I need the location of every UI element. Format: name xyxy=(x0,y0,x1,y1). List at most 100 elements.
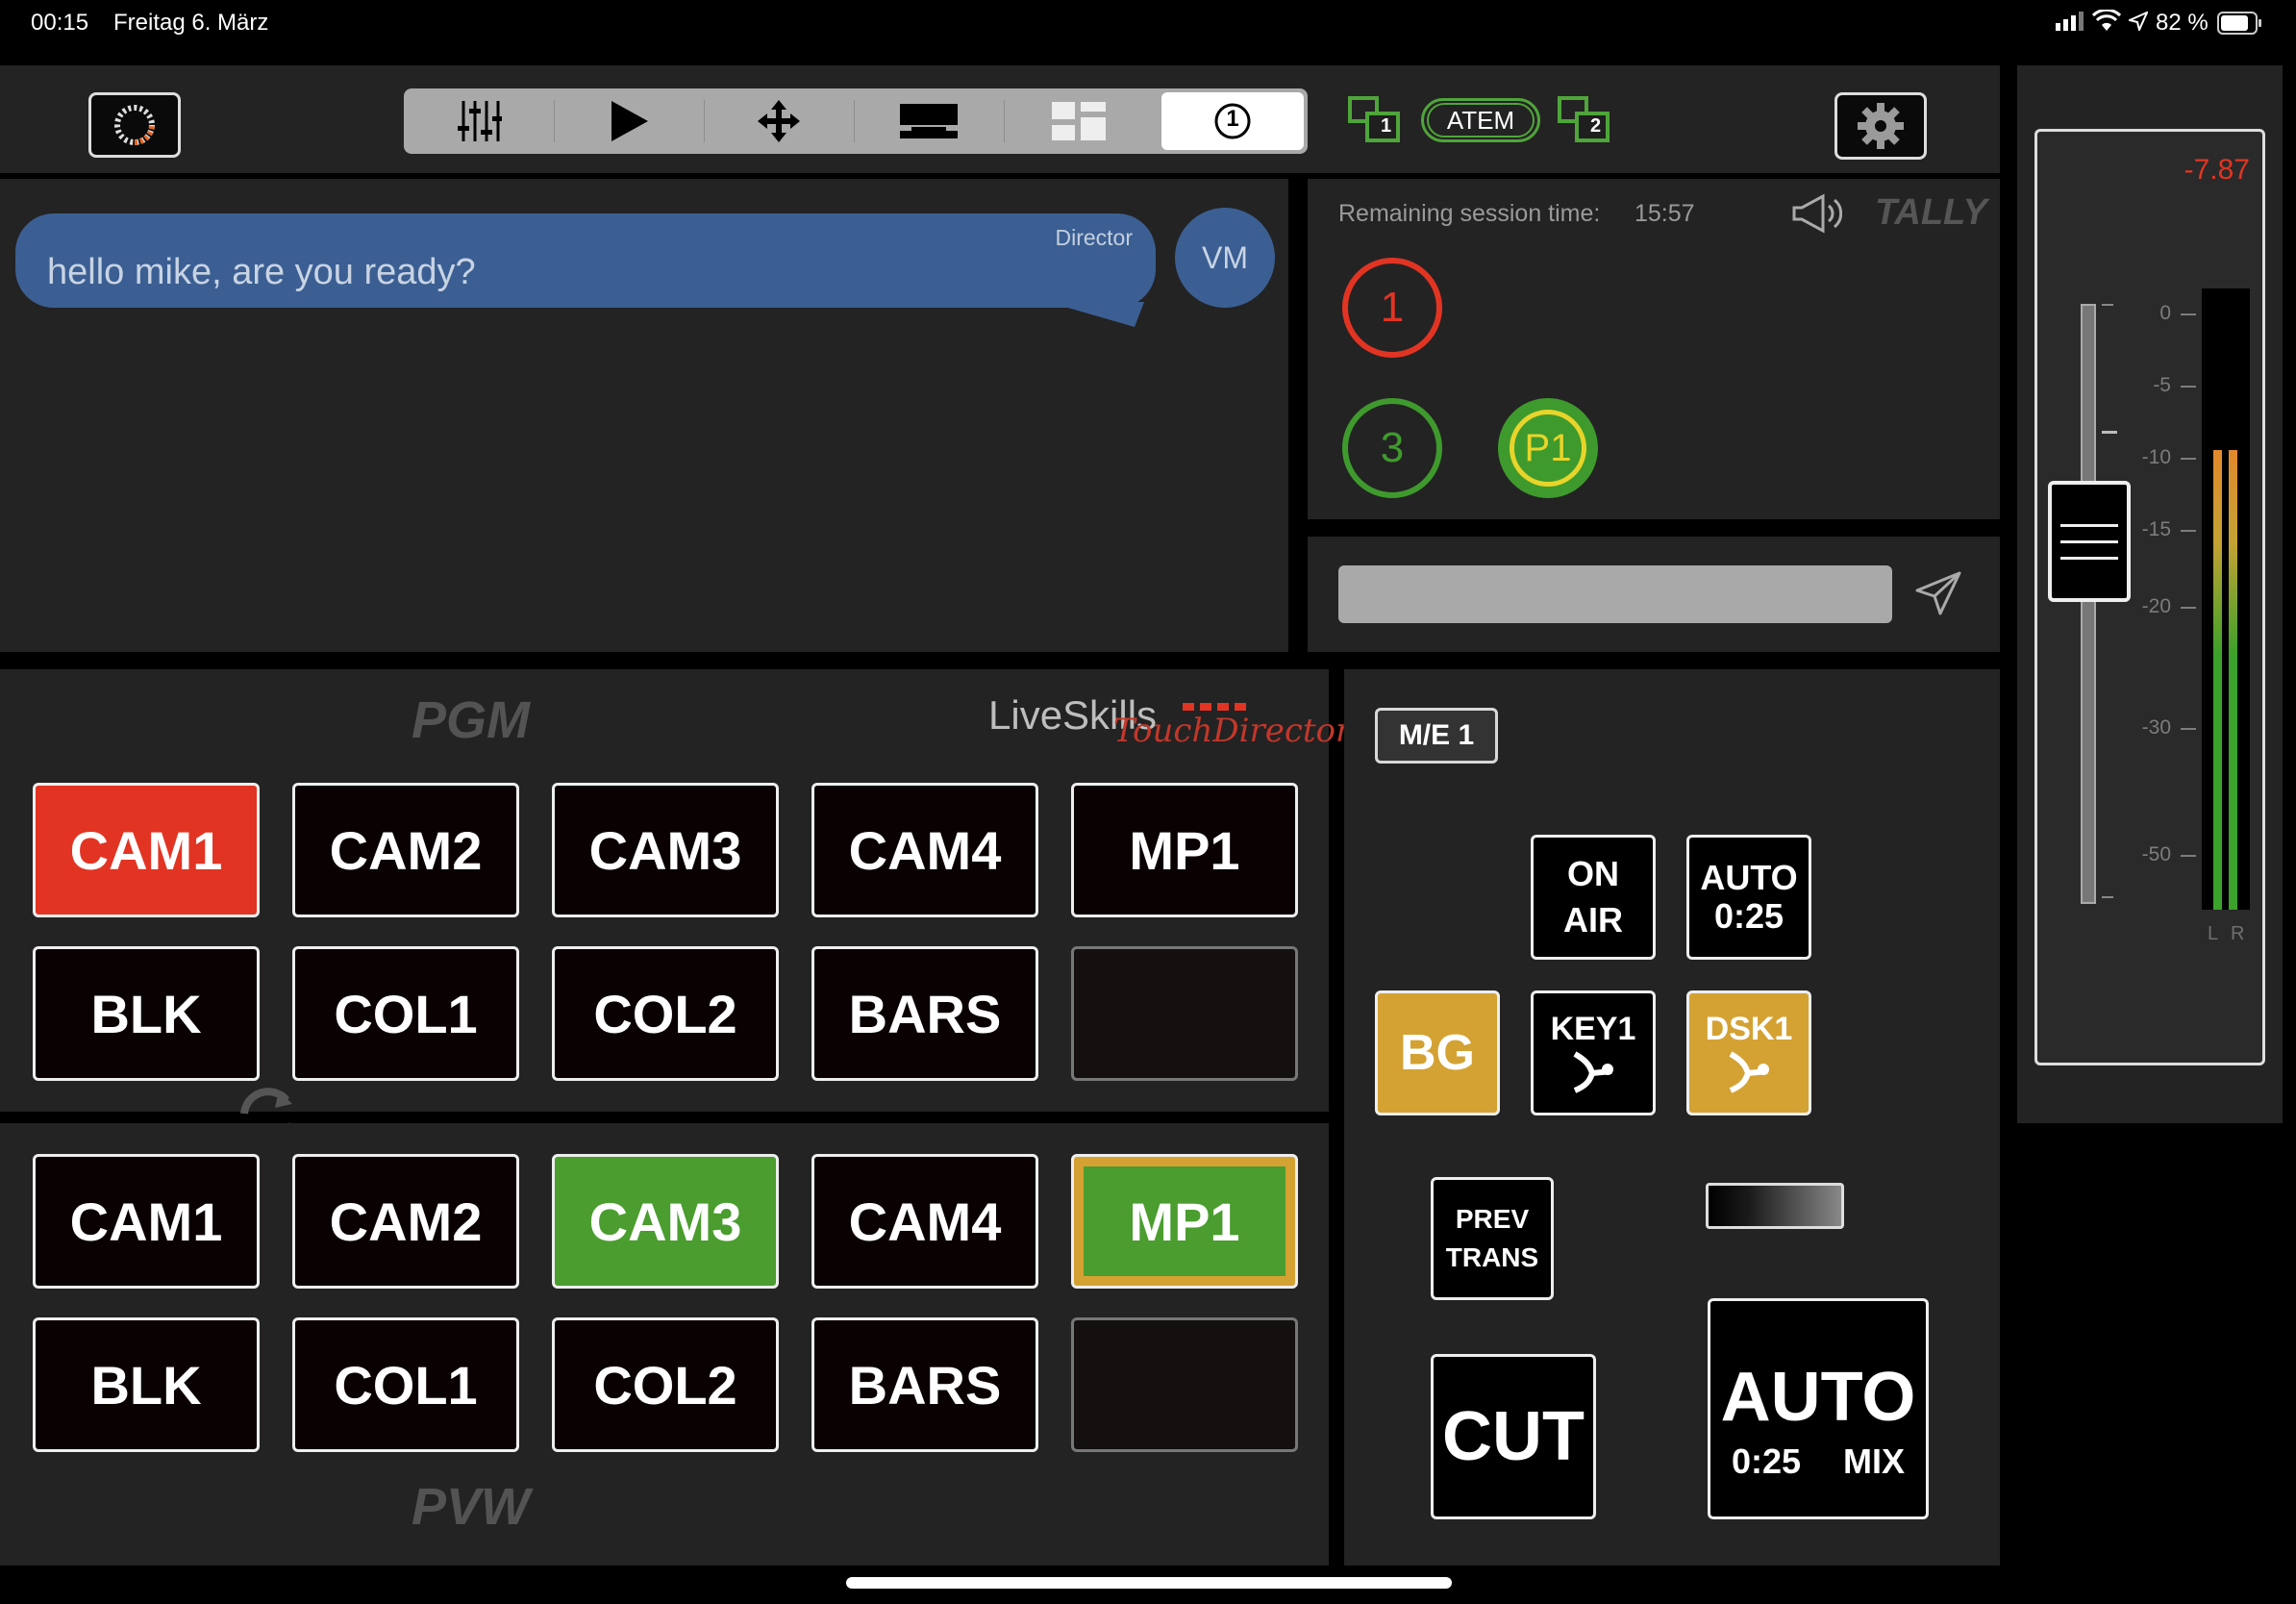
key-transition-icon xyxy=(1729,1050,1769,1093)
auto-key-button[interactable]: AUTO 0:25 xyxy=(1686,835,1811,960)
key-transition-icon xyxy=(1573,1050,1613,1093)
me1-switch-icon[interactable]: 1 xyxy=(1348,96,1402,144)
pvw-source-button-empty[interactable] xyxy=(1071,1317,1298,1452)
me2-switch-icon[interactable]: 2 xyxy=(1558,96,1611,144)
play-icon xyxy=(611,101,648,141)
meter-channel-labels: L R xyxy=(2208,923,2249,944)
auto-transition-type: MIX xyxy=(1842,1441,1905,1481)
chat-input[interactable] xyxy=(1338,565,1892,623)
mixer-sliders-icon xyxy=(458,101,502,141)
settings-button[interactable] xyxy=(1834,92,1927,160)
pgm-source-button[interactable]: CAM2 xyxy=(292,783,519,917)
wifi-icon xyxy=(2091,8,2122,38)
pvw-source-button[interactable]: COL1 xyxy=(292,1317,519,1452)
pvw-source-button[interactable]: CAM2 xyxy=(292,1154,519,1289)
db-scale-tick xyxy=(2181,386,2196,388)
db-scale-tick xyxy=(2181,728,2196,730)
avatar: VM xyxy=(1175,208,1275,308)
auto-transition-rate: 0:25 xyxy=(1731,1441,1802,1481)
meter-bar-left xyxy=(2213,449,2222,910)
db-scale-label: -30 xyxy=(2141,716,2171,739)
brand-logo-subtitle: TouchDirector xyxy=(1113,712,1352,750)
pgm-source-button[interactable]: BLK xyxy=(33,946,260,1081)
view-segmented-control: 1 xyxy=(404,88,1308,154)
pvw-source-button[interactable]: CAM3 xyxy=(552,1154,779,1289)
meter-bar-right xyxy=(2229,449,2237,910)
prev-trans-button[interactable]: PREV TRANS xyxy=(1431,1177,1554,1300)
preview-bus-title: PVW xyxy=(412,1478,531,1536)
dsk1-next-button[interactable]: DSK1 xyxy=(1686,990,1811,1115)
tally-title: TALLY xyxy=(1875,192,1987,233)
on-air-button[interactable]: ON AIR xyxy=(1531,835,1656,960)
on-air-label-line1: ON xyxy=(1567,854,1619,893)
tally-preview-media-indicator: P1 xyxy=(1498,398,1598,498)
db-scale-tick xyxy=(2181,607,2196,609)
transition-slider-bar[interactable] xyxy=(1706,1183,1844,1229)
record-status-button[interactable] xyxy=(88,92,181,158)
chat-bubble: Director hello mike, are you ready? xyxy=(15,213,1156,308)
tab-mixer[interactable] xyxy=(404,88,554,154)
me-selector-badge[interactable]: M/E 1 xyxy=(1375,708,1498,764)
db-scale-tick xyxy=(2181,313,2196,315)
pvw-source-button[interactable]: MP1 xyxy=(1071,1154,1298,1289)
chat-sender: Director xyxy=(1055,225,1133,250)
home-indicator[interactable] xyxy=(846,1577,1452,1589)
db-scale-tick xyxy=(2181,855,2196,857)
prev-trans-line2: TRANS xyxy=(1445,1242,1539,1272)
session-time-value: 15:57 xyxy=(1635,200,1695,227)
pgm-source-button[interactable]: CAM3 xyxy=(552,783,779,917)
status-time: 00:15 xyxy=(31,10,89,36)
auto-key-rate: 0:25 xyxy=(1713,896,1784,936)
auto-transition-label: AUTO xyxy=(1720,1359,1916,1436)
fader-tick xyxy=(2102,304,2113,306)
session-time-label: Remaining session time: xyxy=(1338,200,1601,227)
active-me-number: 1 xyxy=(1226,106,1239,132)
device-atem-button[interactable]: ATEM xyxy=(1421,98,1540,142)
pgm-source-button[interactable]: COL2 xyxy=(552,946,779,1081)
db-scale-label: -15 xyxy=(2141,518,2171,540)
tab-graphics[interactable] xyxy=(854,88,1004,154)
fader-tick xyxy=(2102,896,2113,898)
battery-percent: 82 % xyxy=(2156,10,2209,36)
tally-program-indicator: 1 xyxy=(1342,258,1442,358)
pgm-source-button[interactable]: CAM1 xyxy=(33,783,260,917)
audio-meter xyxy=(2202,288,2250,910)
tab-multiview[interactable] xyxy=(1004,88,1154,154)
cut-button[interactable]: CUT xyxy=(1431,1354,1596,1519)
megaphone-icon[interactable] xyxy=(1790,192,1843,239)
db-scale-tick xyxy=(2181,530,2196,532)
audio-fader-knob[interactable] xyxy=(2048,481,2131,602)
tab-me1[interactable]: 1 xyxy=(1161,92,1304,150)
fader-unity-tick xyxy=(2102,431,2117,434)
db-scale-tick xyxy=(2181,458,2196,460)
tab-media-player[interactable] xyxy=(554,88,704,154)
pgm-source-button[interactable]: CAM4 xyxy=(811,783,1038,917)
bg-next-button[interactable]: BG xyxy=(1375,990,1500,1115)
loading-ring-icon xyxy=(114,105,155,145)
dsk1-label: DSK1 xyxy=(1705,1010,1793,1047)
pvw-source-label: MP1 xyxy=(1084,1166,1285,1276)
multiview-icon xyxy=(1052,102,1106,140)
device-atem-label: ATEM xyxy=(1427,103,1535,138)
tab-camera-control[interactable] xyxy=(704,88,854,154)
db-scale-label: -5 xyxy=(2153,374,2171,396)
pvw-source-button[interactable]: BARS xyxy=(811,1317,1038,1452)
auto-transition-button[interactable]: AUTO 0:25 MIX xyxy=(1708,1298,1929,1519)
program-bus-title: PGM xyxy=(412,691,531,749)
me2-switch-label: 2 xyxy=(1590,115,1602,137)
pvw-source-button[interactable]: BLK xyxy=(33,1317,260,1452)
me1-switch-label: 1 xyxy=(1381,115,1392,137)
db-scale-label: -50 xyxy=(2141,843,2171,865)
pgm-source-button[interactable]: MP1 xyxy=(1071,783,1298,917)
db-scale-label: -10 xyxy=(2141,446,2171,468)
send-icon[interactable] xyxy=(1913,569,1963,622)
pvw-source-button[interactable]: CAM1 xyxy=(33,1154,260,1289)
pvw-source-button[interactable]: COL2 xyxy=(552,1317,779,1452)
db-scale-label: 0 xyxy=(2159,302,2171,324)
key1-label: KEY1 xyxy=(1550,1010,1636,1047)
key1-next-button[interactable]: KEY1 xyxy=(1531,990,1656,1115)
pvw-source-button[interactable]: CAM4 xyxy=(811,1154,1038,1289)
pgm-source-button[interactable]: COL1 xyxy=(292,946,519,1081)
pgm-source-button-empty[interactable] xyxy=(1071,946,1298,1081)
pgm-source-button[interactable]: BARS xyxy=(811,946,1038,1081)
